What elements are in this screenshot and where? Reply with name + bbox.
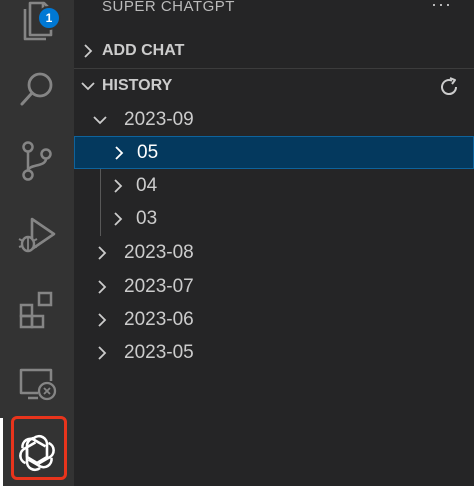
history-day-label: 04 (136, 174, 158, 196)
remote-explorer-icon (19, 368, 57, 401)
more-actions-button[interactable]: ··· (431, 0, 452, 15)
chevron-right-icon (74, 43, 102, 59)
history-day-label: 03 (136, 207, 158, 229)
chevron-right-icon (92, 245, 112, 261)
vscode-window: 1 SUPER CHATGPT ··· ADD CHAT HISTORY 202… (0, 0, 474, 486)
explorer-badge: 1 (37, 6, 61, 30)
chatgpt-highlight-box (11, 416, 67, 480)
history-section-header[interactable]: HISTORY (74, 69, 474, 103)
history-day-item-selected[interactable]: 05 (74, 136, 474, 169)
search-button[interactable] (0, 56, 74, 122)
chevron-right-icon (92, 345, 112, 361)
history-day-item[interactable]: 04 (74, 169, 474, 202)
history-month-item[interactable]: 2023-05 (74, 336, 474, 369)
history-month-item[interactable]: 2023-06 (74, 303, 474, 336)
history-month-item[interactable]: 2023-09 (74, 103, 474, 136)
chevron-right-icon (108, 178, 128, 194)
chevron-right-icon (92, 312, 112, 328)
extensions-icon (19, 291, 53, 329)
chevron-right-icon (109, 145, 129, 161)
refresh-icon[interactable] (438, 76, 460, 98)
sidebar-title: SUPER CHATGPT (102, 0, 235, 15)
run-debug-icon (18, 217, 56, 253)
explorer-button[interactable]: 1 (0, 0, 74, 52)
activity-bar: 1 (0, 0, 74, 486)
add-chat-section-header[interactable]: ADD CHAT (74, 34, 474, 68)
chevron-right-icon (92, 279, 112, 295)
search-icon (20, 72, 53, 106)
history-label: HISTORY (102, 77, 173, 94)
history-month-label: 2023-08 (124, 241, 194, 263)
history-month-label: 2023-06 (124, 308, 194, 330)
history-month-item[interactable]: 2023-08 (74, 236, 474, 269)
add-chat-label: ADD CHAT (102, 42, 185, 59)
history-day-label: 05 (137, 141, 159, 163)
history-day-item[interactable]: 03 (74, 202, 474, 235)
extensions-button[interactable] (0, 276, 74, 342)
history-month-label: 2023-09 (124, 108, 194, 130)
chevron-right-icon (108, 211, 128, 227)
chevron-down-icon (90, 114, 110, 126)
history-month-item[interactable]: 2023-07 (74, 270, 474, 303)
remote-explorer-button[interactable] (0, 350, 74, 416)
history-month-label: 2023-05 (124, 341, 194, 363)
history-month-label: 2023-07 (124, 275, 194, 297)
source-control-button[interactable] (0, 128, 74, 194)
chevron-down-icon (74, 80, 102, 92)
run-debug-button[interactable] (0, 202, 74, 268)
source-control-icon (22, 141, 52, 181)
sidebar: SUPER CHATGPT ··· ADD CHAT HISTORY 2023-… (74, 0, 474, 486)
